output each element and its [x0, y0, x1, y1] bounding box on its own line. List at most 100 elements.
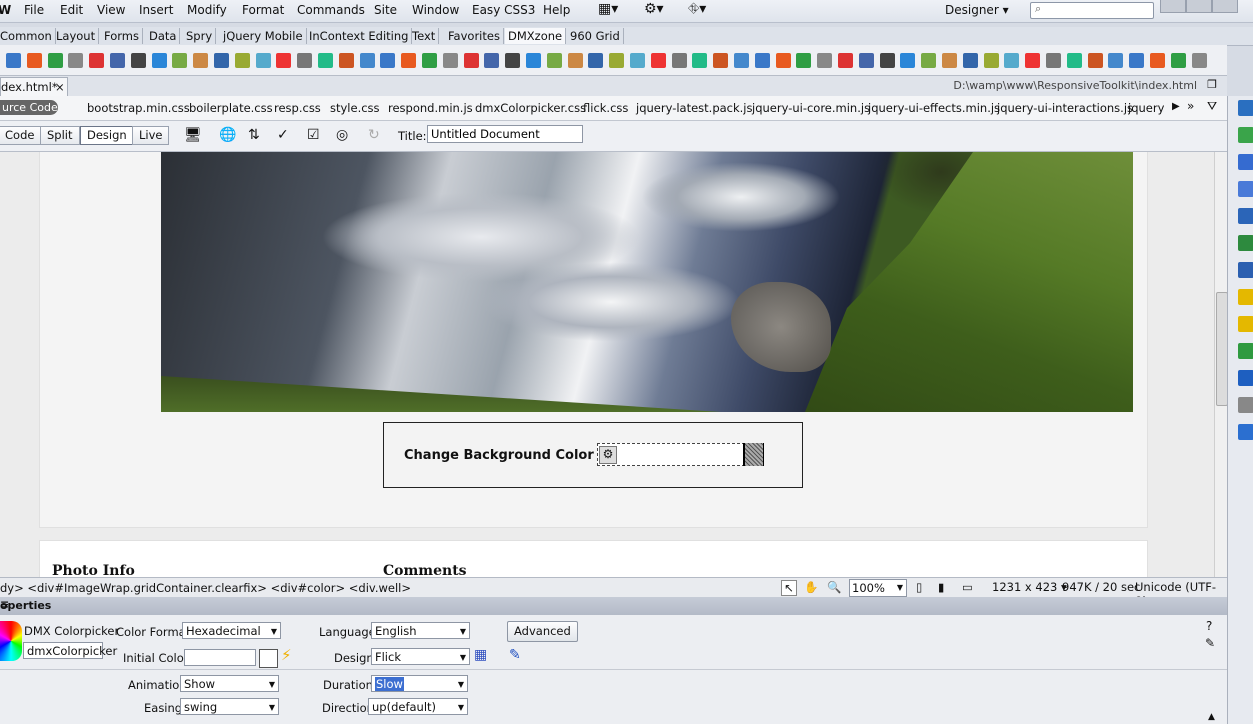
insert-object-icon[interactable] [110, 53, 125, 68]
tab-dmxzone[interactable]: DMXzone [505, 28, 567, 44]
tab-jquery-mobile[interactable]: jQuery Mobile [220, 28, 307, 44]
insert-object-icon[interactable] [588, 53, 604, 68]
preview-browser-icon[interactable]: 🌐 [219, 127, 236, 143]
insert-object-icon[interactable] [1129, 53, 1145, 68]
properties-header[interactable]: operties ≡ [0, 597, 1227, 616]
insert-object-icon[interactable] [422, 53, 437, 68]
quick-tag-icon[interactable]: ✎ [1205, 636, 1215, 650]
source-code-button[interactable]: urce Code [0, 100, 58, 115]
design-view-button[interactable]: Design [80, 126, 134, 145]
insert-object-icon[interactable] [1170, 53, 1186, 68]
insert-object-icon[interactable] [983, 53, 999, 68]
landscape-photo[interactable] [161, 152, 1133, 412]
insert-object-icon[interactable] [297, 53, 313, 68]
panel-icon[interactable] [1238, 154, 1253, 170]
maximize-button[interactable] [1186, 0, 1212, 13]
insert-object-icon[interactable] [1025, 53, 1041, 68]
menu-view[interactable]: View [97, 3, 125, 17]
panel-icon[interactable] [1238, 127, 1253, 143]
insert-object-icon[interactable] [817, 53, 833, 68]
tab-data[interactable]: Data [146, 28, 181, 44]
insert-object-icon[interactable] [484, 53, 500, 68]
edit-icon[interactable]: ✎ [509, 647, 521, 663]
insert-object-icon[interactable] [671, 53, 687, 68]
colorpicker-placeholder[interactable]: ⚙ [597, 443, 745, 466]
panel-icon[interactable] [1238, 262, 1253, 278]
insert-object-icon[interactable] [26, 53, 42, 68]
desktop-size-icon[interactable]: ▭ [962, 580, 973, 594]
panel-icon[interactable] [1238, 397, 1253, 413]
insert-object-icon[interactable] [775, 53, 791, 68]
insert-object-icon[interactable] [505, 53, 521, 68]
advanced-button[interactable]: Advanced [507, 621, 578, 642]
menu-commands[interactable]: Commands [297, 3, 365, 17]
title-input[interactable] [427, 125, 583, 143]
panel-icon[interactable] [1238, 235, 1253, 251]
w3c-validation-icon[interactable]: ✓ [277, 127, 289, 143]
insert-object-icon[interactable] [754, 53, 770, 68]
tab-forms[interactable]: Forms [101, 28, 143, 44]
zoom-tool-icon[interactable]: 🔍 [827, 580, 841, 594]
insert-object-icon[interactable] [796, 53, 812, 68]
color-format-select[interactable]: Hexadecimal ▼ [182, 622, 281, 639]
document-tab[interactable]: dex.html* × [0, 77, 68, 97]
insert-object-icon[interactable] [68, 53, 84, 68]
menu-help[interactable]: Help [543, 3, 570, 17]
language-select[interactable]: English ▼ [371, 622, 470, 639]
scroll-right-icon[interactable]: ▶ [1172, 101, 1180, 112]
mobile-size-icon[interactable]: ▯ [916, 580, 922, 594]
insert-object-icon[interactable] [546, 53, 562, 68]
insert-object-icon[interactable] [318, 53, 333, 68]
related-file[interactable]: respond.min.js [388, 101, 473, 115]
filter-icon[interactable]: ⛛ [1207, 99, 1217, 114]
insert-object-icon[interactable] [942, 53, 957, 68]
menu-site[interactable]: Site [374, 3, 397, 17]
insert-object-icon[interactable] [401, 53, 417, 68]
close-icon[interactable]: × [55, 78, 65, 96]
minimize-button[interactable] [1160, 0, 1186, 13]
initial-color-input[interactable] [184, 649, 256, 666]
menu-format[interactable]: Format [242, 3, 284, 17]
tab-favorites[interactable]: Favorites [445, 28, 504, 44]
design-view[interactable]: Change Background Color ⚙ Photo Info Com… [0, 152, 1214, 577]
tab-spry[interactable]: Spry [183, 28, 217, 44]
insert-object-icon[interactable] [463, 53, 479, 68]
related-file[interactable]: jquery-ui-interactions.js [997, 101, 1133, 115]
site-map-icon[interactable]: ⛗▾ [688, 1, 706, 17]
workspace-switcher[interactable]: Designer ▾ [945, 3, 1009, 17]
insert-object-icon[interactable] [89, 53, 105, 68]
insert-object-icon[interactable] [1066, 53, 1082, 68]
animation-select[interactable]: Show ▼ [180, 675, 279, 692]
related-file[interactable]: jquery.i [1128, 101, 1164, 115]
search-input[interactable]: ⌕ [1030, 2, 1154, 19]
insert-object-icon[interactable] [900, 53, 916, 68]
insert-object-icon[interactable] [255, 53, 271, 68]
tab-incontext-editing[interactable]: InContext Editing [306, 28, 413, 44]
insert-object-icon[interactable] [567, 53, 583, 68]
tablet-size-icon[interactable]: ▮ [938, 580, 944, 594]
live-view-button[interactable]: Live [132, 126, 170, 145]
split-view-button[interactable]: Split [40, 126, 80, 145]
panel-icon[interactable] [1238, 370, 1253, 386]
layout-icon[interactable]: ▦▾ [598, 1, 618, 17]
panel-icon[interactable] [1238, 424, 1253, 440]
lightning-icon[interactable]: ⚡ [281, 646, 292, 664]
design-select[interactable]: Flick ▼ [371, 648, 470, 665]
related-file[interactable]: dmxColorpicker.css [475, 101, 586, 115]
related-file[interactable]: jquery-ui-core.min.js [752, 101, 870, 115]
insert-object-icon[interactable] [879, 53, 895, 68]
panel-menu-icon[interactable]: ≡ [0, 598, 1221, 611]
vertical-scrollbar[interactable] [1214, 152, 1228, 577]
menu-edit[interactable]: Edit [60, 3, 83, 17]
related-file[interactable]: flick.css [583, 101, 628, 115]
insert-object-icon[interactable] [1150, 53, 1165, 68]
insert-object-icon[interactable] [130, 53, 146, 68]
insert-object-icon[interactable] [692, 53, 708, 68]
color-well[interactable]: Change Background Color ⚙ [383, 422, 803, 488]
insert-object-icon[interactable] [609, 53, 625, 68]
insert-object-icon[interactable] [526, 53, 541, 68]
gear-icon[interactable]: ⚙▾ [644, 1, 664, 17]
related-file[interactable]: boilerplate.css [189, 101, 273, 115]
direction-select[interactable]: up(default) ▼ [368, 698, 468, 715]
visual-aids-icon[interactable]: ◎ [336, 127, 348, 143]
